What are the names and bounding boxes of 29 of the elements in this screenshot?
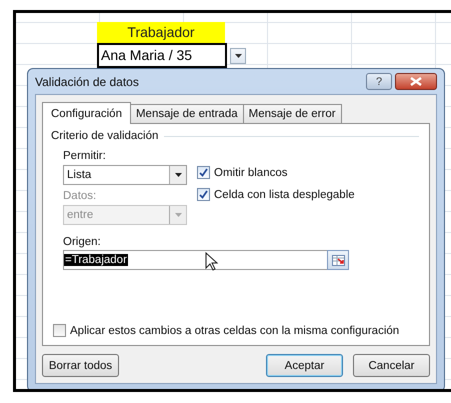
- help-button[interactable]: ?: [366, 73, 392, 90]
- section-title: Criterio de validación: [51, 130, 158, 142]
- dialog-button[interactable]: Cancelar: [353, 354, 430, 377]
- field-label: Permitir:: [63, 150, 107, 162]
- checkmark-icon: [199, 190, 208, 199]
- caret-icon: [234, 54, 242, 58]
- field-label: Origen:: [63, 236, 102, 248]
- dropdown-button[interactable]: [230, 48, 246, 64]
- checkbox-option[interactable]: Celda con lista desplegable: [197, 188, 355, 201]
- caret-icon: [174, 173, 182, 177]
- allow-dropdown[interactable]: Lista: [63, 165, 187, 185]
- tab[interactable]: Configuración: [42, 102, 131, 124]
- dialog-button[interactable]: Aceptar: [266, 354, 343, 377]
- checkbox-option[interactable]: Aplicar estos cambios a otras celdas con la misma configuración: [53, 324, 419, 337]
- range-icon: [332, 254, 344, 266]
- tab[interactable]: Mensaje de entrada: [130, 104, 244, 123]
- caret-icon: [174, 213, 182, 217]
- close-icon: [410, 77, 422, 86]
- tab[interactable]: Mensaje de error: [242, 104, 342, 123]
- range-select-button[interactable]: [327, 250, 349, 270]
- active-cell[interactable]: Ana Maria / 35: [97, 43, 227, 68]
- checkbox-option[interactable]: Omitir blancos: [197, 166, 355, 179]
- field-label: Datos:: [63, 190, 98, 202]
- checkmark-icon: [199, 168, 208, 177]
- header-cell: Trabajador: [97, 22, 225, 43]
- window-title: Validación de datos: [35, 74, 139, 88]
- mouse-cursor-icon: [205, 252, 219, 272]
- clear-all-button[interactable]: Borrar todos: [42, 354, 119, 377]
- close-button[interactable]: [395, 73, 437, 90]
